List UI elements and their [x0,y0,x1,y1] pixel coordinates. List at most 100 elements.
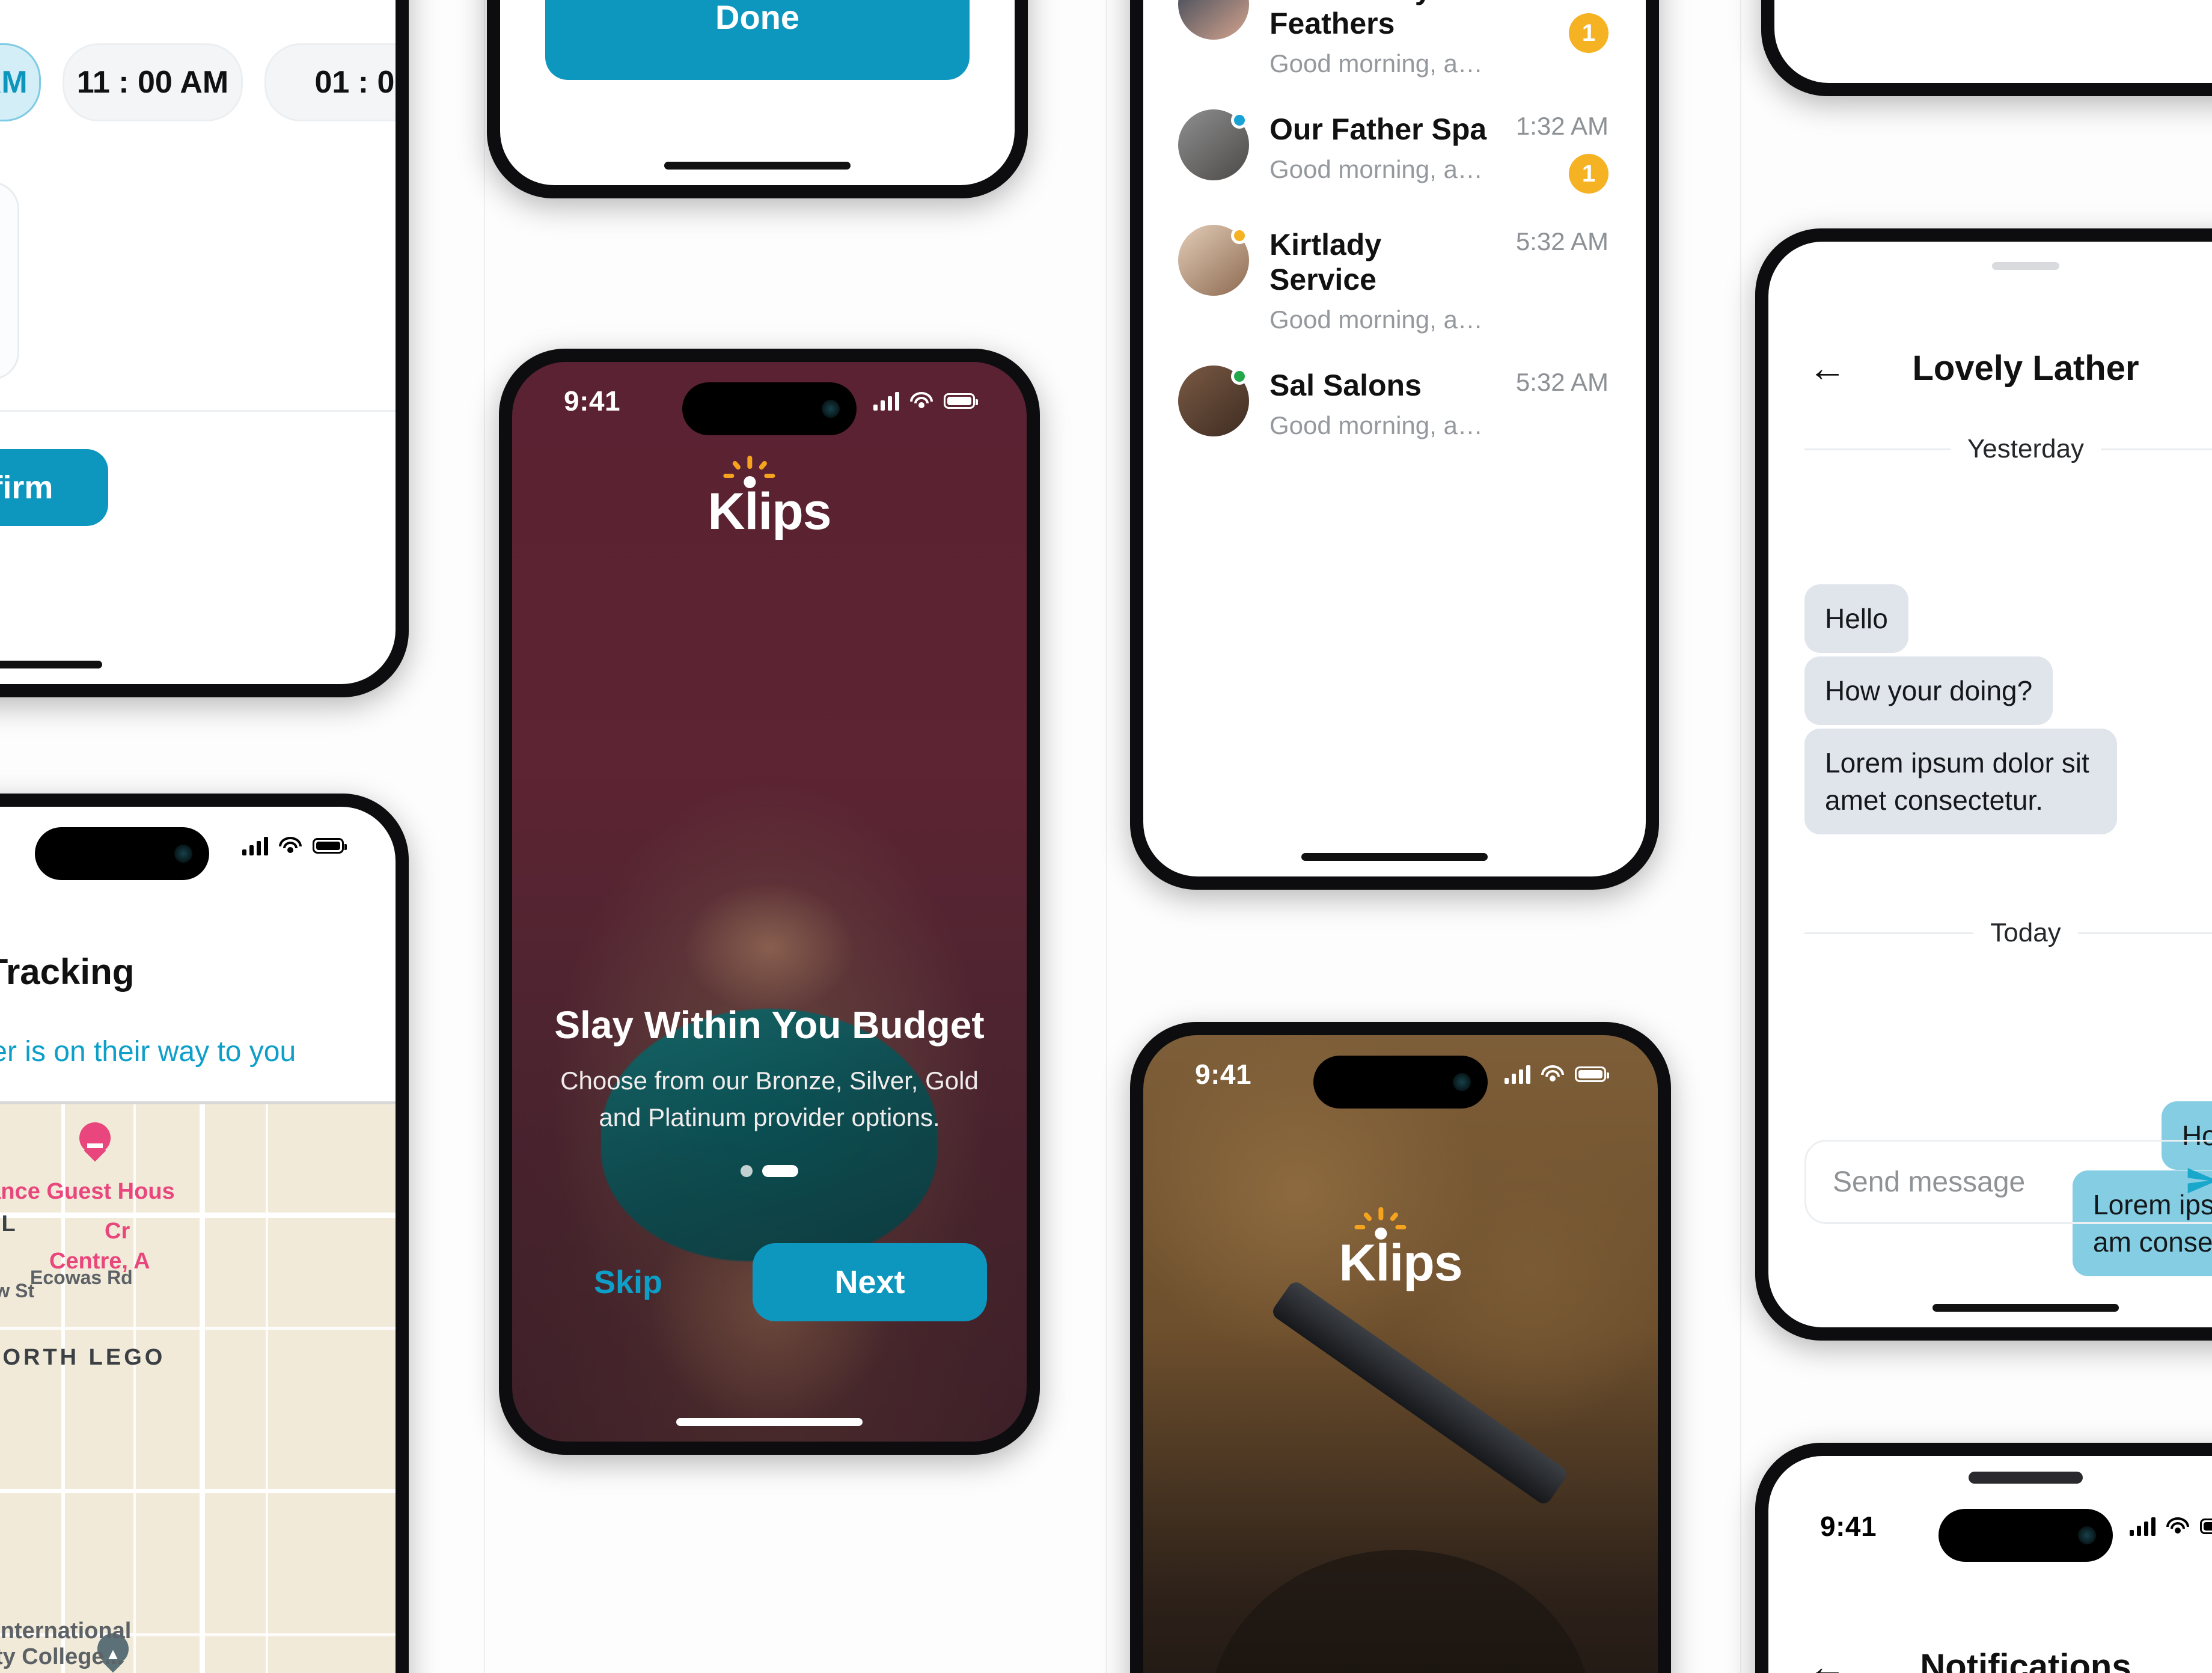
tracking-status-text: ervice Provider is on their way to you [0,1036,296,1068]
sunburst-icon [1352,1207,1410,1243]
home-indicator [0,661,102,668]
battery-icon [944,393,978,409]
list-item[interactable]: Kirtlady Service Good morning, anything … [1143,209,1646,350]
unread-badge: 1 [1569,154,1609,194]
list-item[interactable]: Sal Salons Good morning, anything we can… [1143,350,1646,456]
message-preview: Good morning, anything we can do for... [1269,155,1496,183]
messages-screen: Search message or service Lovely Lather [1143,0,1646,876]
status-bar: 9:41 [512,362,1027,440]
page-dot[interactable] [741,1165,753,1177]
next-button[interactable]: Next [753,1243,987,1321]
wifi-icon [910,392,933,410]
confirm-button[interactable]: Confirm [0,449,108,526]
map-label: Elegance Guest Hous [0,1179,175,1204]
battery-icon [313,838,347,854]
page-dot-active[interactable] [762,1165,798,1177]
home-indicator [1932,1304,2119,1312]
time-slot-chip[interactable]: 01 : 0 [264,43,396,121]
list-item[interactable]: Our Father Spa Good morning, anything we… [1143,94,1646,209]
time-slot-label: 01 : 0 [314,65,395,100]
done-button[interactable]: Done [545,0,970,80]
confirm-button-label: Confirm [0,469,53,506]
home-indicator [676,1418,863,1426]
map-label: Pawpaw St [0,1280,35,1301]
chat-phone: ← Lovely Lather Yesterday Hello How your… [1755,228,2212,1341]
home-indicator [1301,853,1488,861]
layout-guide [1106,0,1107,1673]
cellular-signal-icon [1505,1065,1530,1084]
onboarding-subtitle: Choose from our Bronze, Silver, Gold and… [560,1066,979,1132]
day-separator-yesterday: Yesterday [1804,434,2212,464]
klips-logo: Klips [707,456,832,542]
message-preview: Good morning, anything we can do for... [1269,411,1496,439]
contact-name: Our Father Spa [1269,112,1487,146]
next-button-label: Next [834,1264,905,1300]
message-list: Lovely Lather Good morning, anything we … [1143,0,1646,456]
tracking-phone: 9:41 Tracking ervice Provider is on thei… [0,794,409,1673]
onboarding-title: Slay Within You Budget [554,1003,985,1047]
time-slot-label: 11 : 00 AM [76,65,229,100]
onboarding-phone: 9:41 Klips Slay Within You Budget Choose… [499,349,1040,1455]
message-time: 5:32 AM [1515,227,1609,255]
cellular-signal-icon [2130,1517,2155,1536]
day-separator-label: Today [1990,918,2061,947]
battery-icon [2200,1519,2212,1534]
chat-header: ← Lovely Lather [1768,332,2212,404]
status-time: 9:41 [1820,1511,1877,1542]
contact-name: Kirtlady Service [1269,228,1382,296]
status-bar: 9:41 [1768,1487,2212,1565]
sunburst-icon [721,456,778,492]
onboarding-copy: Slay Within You Budget Choose from our B… [551,1003,988,1177]
map-view[interactable]: ▬ ▲ 🍴 ● ▲ [0,1101,396,1673]
messages-phone: Search message or service Lovely Lather [1130,0,1659,890]
status-time: 9:41 [1195,1059,1252,1090]
chat-bubble-text: How your doing? [1825,675,2033,706]
home-indicator [664,162,851,170]
chat-bubble-text: Lorem ipsum dolor sit amet consectetur. [1825,747,2089,816]
layout-guide [484,0,485,1673]
time-slot-row: M 10 : 00 AM 11 : 00 AM 01 : 0 [0,43,396,121]
status-time: 9:41 [564,385,621,417]
contact-name: Sal Salons [1269,369,1422,402]
page-title: Tracking [0,952,135,992]
day-separator-today: Today [1804,918,2212,948]
tracking-screen: 9:41 Tracking ervice Provider is on thei… [0,807,396,1673]
time-slot-chip[interactable]: 11 : 00 AM [63,43,243,121]
send-message-placeholder: Send message [1833,1166,2026,1198]
avatar [1178,109,1249,180]
map-label: Ecowas Rd [30,1267,133,1288]
day-separator-label: Yesterday [1967,434,2085,463]
message-time: 1:32 AM [1515,112,1609,140]
send-message-input[interactable]: Send message [1804,1140,2212,1224]
splash-screen: 9:41 Klips [1143,1035,1658,1673]
skip-button[interactable]: Skip [552,1264,662,1301]
splash-hero-image [1208,1550,1593,1673]
chat-bubble-incoming: How your doing? [1804,656,2053,726]
battery-icon [1575,1066,1609,1082]
send-icon[interactable] [2185,1164,2212,1200]
onboarding-actions: Skip Next [552,1243,987,1321]
back-arrow-icon[interactable]: ← [1808,349,1847,387]
list-item[interactable]: Max Lovely Feathers Good morning, anythi… [1143,0,1646,94]
notifications-screen: 9:41 ← Notifications [1768,1456,2212,1673]
chat-bubble-text: Hello [1825,603,1888,634]
message-input[interactable]: our Message here [0,182,19,380]
map-pin-guesthouse[interactable]: ▬ [79,1122,111,1163]
back-arrow-icon[interactable]: ← [1808,1647,1847,1673]
time-slot-chip-selected[interactable]: 10 : 00 AM [0,43,41,121]
done-sheet-phone: Done [487,0,1028,198]
booking-footer: ervice ) Confirm [0,410,396,584]
booking-screen: M 10 : 00 AM 11 : 00 AM 01 : 0 our Messa… [0,0,396,684]
book-now-phone: Book Now [1761,0,2212,96]
skip-button-label: Skip [594,1264,663,1300]
done-button-label: Done [715,0,799,36]
message-preview: Good morning, anything we can do for... [1269,305,1496,334]
map-label: NORTH LEGO [0,1345,166,1370]
artboard-canvas: M 10 : 00 AM 11 : 00 AM 01 : 0 our Messa… [0,0,2212,1673]
notifications-header: ← Notifications [1768,1630,2212,1673]
map-label: Wisconsin International [0,1618,132,1644]
contact-name: Max Lovely Feathers [1269,0,1432,40]
chat-screen: ← Lovely Lather Yesterday Hello How your… [1768,242,2212,1327]
message-time: 5:32 AM [1515,368,1609,396]
sheet-handle[interactable] [1992,262,2059,270]
